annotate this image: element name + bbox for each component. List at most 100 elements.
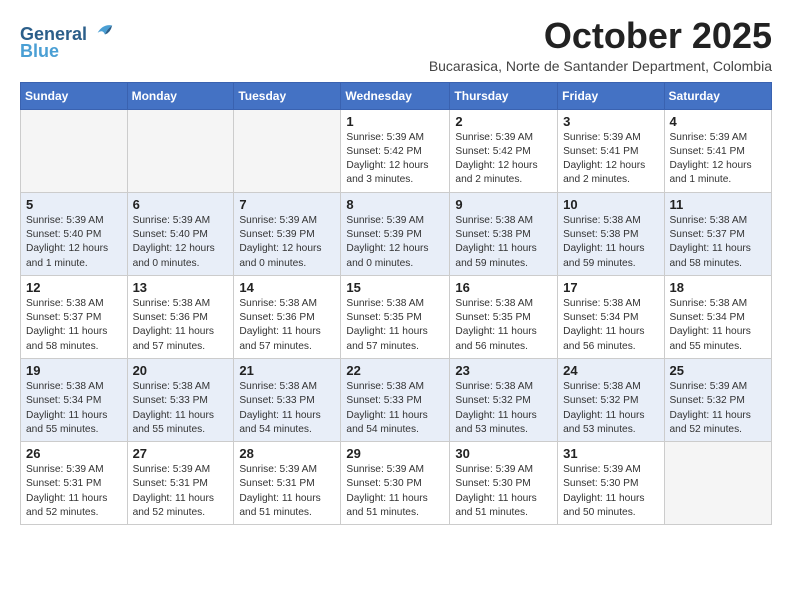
calendar-cell: 6 Sunrise: 5:39 AM Sunset: 5:40 PM Daylig… (127, 192, 234, 275)
day-number: 6 (133, 197, 229, 212)
calendar-cell: 8 Sunrise: 5:39 AM Sunset: 5:39 PM Daylig… (341, 192, 450, 275)
calendar-cell: 9 Sunrise: 5:38 AM Sunset: 5:38 PM Daylig… (450, 192, 558, 275)
day-info: Sunrise: 5:39 AM Sunset: 5:40 PM Dayligh… (133, 214, 229, 271)
day-info: Sunrise: 5:38 AM Sunset: 5:37 PM Dayligh… (670, 214, 766, 271)
day-info: Sunrise: 5:38 AM Sunset: 5:34 PM Dayligh… (670, 297, 766, 354)
day-number: 3 (563, 114, 658, 129)
month-title: October 2025 (429, 16, 772, 56)
calendar-cell (234, 109, 341, 192)
calendar-cell: 5 Sunrise: 5:39 AM Sunset: 5:40 PM Daylig… (21, 192, 128, 275)
calendar-cell: 26 Sunrise: 5:39 AM Sunset: 5:31 PM Dayli… (21, 442, 128, 525)
calendar-cell: 10Sunrise: 5:38 AM Sunset: 5:38 PM Dayli… (558, 192, 664, 275)
calendar-header-monday: Monday (127, 82, 234, 109)
day-info: Sunrise: 5:39 AM Sunset: 5:42 PM Dayligh… (346, 131, 444, 188)
day-number: 13 (133, 280, 229, 295)
calendar-cell: 19 Sunrise: 5:38 AM Sunset: 5:34 PM Dayli… (21, 358, 128, 441)
calendar-week-2: 5 Sunrise: 5:39 AM Sunset: 5:40 PM Daylig… (21, 192, 772, 275)
day-info: Sunrise: 5:39 AM Sunset: 5:39 PM Dayligh… (239, 214, 335, 271)
day-info: Sunrise: 5:38 AM Sunset: 5:33 PM Dayligh… (346, 380, 444, 437)
calendar-cell: 2Sunrise: 5:39 AM Sunset: 5:42 PM Daylig… (450, 109, 558, 192)
day-number: 31 (563, 446, 658, 461)
day-info: Sunrise: 5:38 AM Sunset: 5:35 PM Dayligh… (346, 297, 444, 354)
calendar-cell: 22 Sunrise: 5:38 AM Sunset: 5:33 PM Dayli… (341, 358, 450, 441)
day-info: Sunrise: 5:39 AM Sunset: 5:41 PM Dayligh… (563, 131, 658, 188)
title-area: October 2025 Bucarasica, Norte de Santan… (429, 16, 772, 74)
day-info: Sunrise: 5:39 AM Sunset: 5:31 PM Dayligh… (26, 463, 122, 520)
calendar-header-wednesday: Wednesday (341, 82, 450, 109)
calendar-cell: 25 Sunrise: 5:39 AM Sunset: 5:32 PM Dayli… (664, 358, 771, 441)
day-info: Sunrise: 5:39 AM Sunset: 5:30 PM Dayligh… (563, 463, 658, 520)
day-number: 8 (346, 197, 444, 212)
day-info: Sunrise: 5:38 AM Sunset: 5:33 PM Dayligh… (133, 380, 229, 437)
day-number: 15 (346, 280, 444, 295)
day-number: 9 (455, 197, 552, 212)
calendar-cell (21, 109, 128, 192)
calendar-cell: 4 Sunrise: 5:39 AM Sunset: 5:41 PM Daylig… (664, 109, 771, 192)
calendar-cell: 30Sunrise: 5:39 AM Sunset: 5:30 PM Dayli… (450, 442, 558, 525)
day-info: Sunrise: 5:39 AM Sunset: 5:31 PM Dayligh… (239, 463, 335, 520)
logo-bird-icon (94, 20, 114, 40)
calendar-cell: 23Sunrise: 5:38 AM Sunset: 5:32 PM Dayli… (450, 358, 558, 441)
calendar-cell: 20Sunrise: 5:38 AM Sunset: 5:33 PM Dayli… (127, 358, 234, 441)
calendar-cell: 1 Sunrise: 5:39 AM Sunset: 5:42 PM Daylig… (341, 109, 450, 192)
calendar-header-thursday: Thursday (450, 82, 558, 109)
day-info: Sunrise: 5:39 AM Sunset: 5:39 PM Dayligh… (346, 214, 444, 271)
calendar-cell (664, 442, 771, 525)
day-number: 1 (346, 114, 444, 129)
calendar-cell: 3 Sunrise: 5:39 AM Sunset: 5:41 PM Daylig… (558, 109, 664, 192)
day-number: 30 (455, 446, 552, 461)
day-number: 10 (563, 197, 658, 212)
calendar-week-4: 19 Sunrise: 5:38 AM Sunset: 5:34 PM Dayli… (21, 358, 772, 441)
day-number: 25 (670, 363, 766, 378)
day-info: Sunrise: 5:38 AM Sunset: 5:36 PM Dayligh… (239, 297, 335, 354)
day-number: 29 (346, 446, 444, 461)
day-info: Sunrise: 5:39 AM Sunset: 5:32 PM Dayligh… (670, 380, 766, 437)
calendar-cell: 11 Sunrise: 5:38 AM Sunset: 5:37 PM Dayli… (664, 192, 771, 275)
calendar-header-row: SundayMondayTuesdayWednesdayThursdayFrid… (21, 82, 772, 109)
day-info: Sunrise: 5:38 AM Sunset: 5:35 PM Dayligh… (455, 297, 552, 354)
day-number: 21 (239, 363, 335, 378)
day-number: 7 (239, 197, 335, 212)
calendar-header-friday: Friday (558, 82, 664, 109)
day-number: 5 (26, 197, 122, 212)
calendar-cell: 29 Sunrise: 5:39 AM Sunset: 5:30 PM Dayli… (341, 442, 450, 525)
day-number: 16 (455, 280, 552, 295)
day-info: Sunrise: 5:39 AM Sunset: 5:30 PM Dayligh… (346, 463, 444, 520)
day-number: 22 (346, 363, 444, 378)
calendar-header-sunday: Sunday (21, 82, 128, 109)
calendar-cell: 15 Sunrise: 5:38 AM Sunset: 5:35 PM Dayli… (341, 275, 450, 358)
day-info: Sunrise: 5:38 AM Sunset: 5:34 PM Dayligh… (563, 297, 658, 354)
day-number: 19 (26, 363, 122, 378)
calendar-cell: 24Sunrise: 5:38 AM Sunset: 5:32 PM Dayli… (558, 358, 664, 441)
header: General Blue October 2025 Bucarasica, No… (20, 16, 772, 74)
day-info: Sunrise: 5:38 AM Sunset: 5:36 PM Dayligh… (133, 297, 229, 354)
day-info: Sunrise: 5:38 AM Sunset: 5:34 PM Dayligh… (26, 380, 122, 437)
calendar-cell: 17 Sunrise: 5:38 AM Sunset: 5:34 PM Dayli… (558, 275, 664, 358)
calendar-week-3: 12Sunrise: 5:38 AM Sunset: 5:37 PM Dayli… (21, 275, 772, 358)
day-number: 28 (239, 446, 335, 461)
calendar-cell: 18 Sunrise: 5:38 AM Sunset: 5:34 PM Dayli… (664, 275, 771, 358)
calendar-cell: 7 Sunrise: 5:39 AM Sunset: 5:39 PM Daylig… (234, 192, 341, 275)
day-info: Sunrise: 5:39 AM Sunset: 5:40 PM Dayligh… (26, 214, 122, 271)
day-number: 4 (670, 114, 766, 129)
calendar-table: SundayMondayTuesdayWednesdayThursdayFrid… (20, 82, 772, 526)
day-number: 14 (239, 280, 335, 295)
day-info: Sunrise: 5:39 AM Sunset: 5:41 PM Dayligh… (670, 131, 766, 188)
location-subtitle: Bucarasica, Norte de Santander Departmen… (429, 58, 772, 74)
day-info: Sunrise: 5:39 AM Sunset: 5:42 PM Dayligh… (455, 131, 552, 188)
calendar-cell: 13 Sunrise: 5:38 AM Sunset: 5:36 PM Dayli… (127, 275, 234, 358)
calendar-cell: 27 Sunrise: 5:39 AM Sunset: 5:31 PM Dayli… (127, 442, 234, 525)
day-info: Sunrise: 5:38 AM Sunset: 5:38 PM Dayligh… (455, 214, 552, 271)
day-number: 24 (563, 363, 658, 378)
calendar-cell (127, 109, 234, 192)
calendar-header-tuesday: Tuesday (234, 82, 341, 109)
calendar-cell: 21 Sunrise: 5:38 AM Sunset: 5:33 PM Dayli… (234, 358, 341, 441)
day-info: Sunrise: 5:39 AM Sunset: 5:31 PM Dayligh… (133, 463, 229, 520)
day-number: 17 (563, 280, 658, 295)
day-number: 26 (26, 446, 122, 461)
day-number: 18 (670, 280, 766, 295)
day-info: Sunrise: 5:38 AM Sunset: 5:33 PM Dayligh… (239, 380, 335, 437)
day-number: 11 (670, 197, 766, 212)
calendar-cell: 14 Sunrise: 5:38 AM Sunset: 5:36 PM Dayli… (234, 275, 341, 358)
day-number: 27 (133, 446, 229, 461)
